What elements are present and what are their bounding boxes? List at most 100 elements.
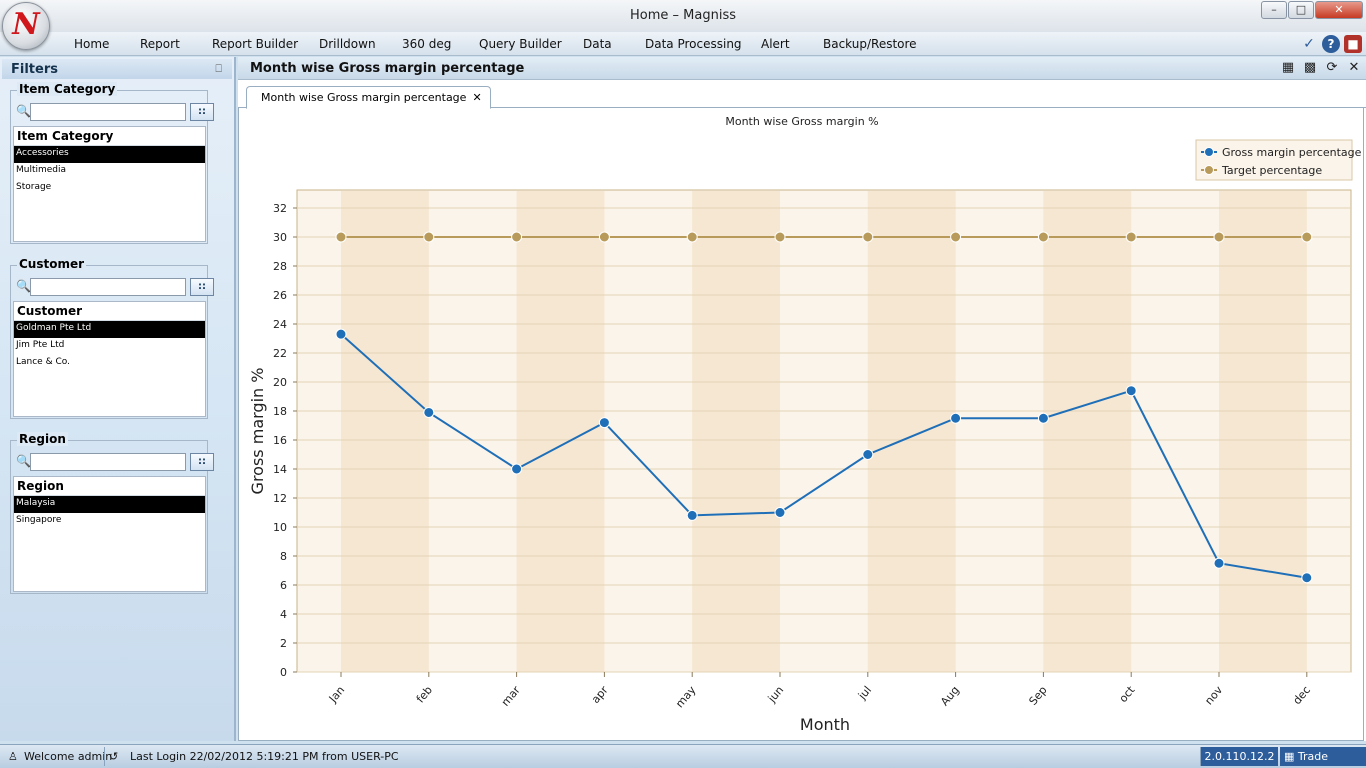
list-item[interactable]: Lance & Co. (14, 355, 205, 372)
menu-report[interactable]: Report (140, 37, 180, 51)
user-icon: ♙ (8, 750, 18, 763)
x-tick-label: Sep (1026, 684, 1049, 708)
y-tick-label: 32 (273, 202, 287, 215)
y-tick-label: 24 (273, 318, 287, 331)
filter-group-title: Region (17, 432, 68, 446)
menu-report-builder[interactable]: Report Builder (212, 37, 298, 51)
legend-label: Target percentage (1221, 164, 1322, 177)
data-point (1213, 231, 1225, 243)
list-item[interactable]: Multimedia (14, 163, 205, 180)
customer-search-button[interactable]: :: (190, 278, 214, 296)
data-point (686, 509, 698, 521)
y-tick-label: 6 (280, 579, 287, 592)
data-point (598, 231, 610, 243)
data-point (511, 463, 523, 475)
list-item[interactable]: Singapore (14, 513, 205, 530)
tab-close-icon[interactable]: ✕ (472, 91, 481, 104)
filter-group-title: Item Category (17, 82, 118, 96)
title-bar: Home – Magniss – □ ✕ (0, 0, 1366, 32)
app-logo[interactable]: N (2, 2, 50, 50)
y-tick-label: 0 (280, 666, 287, 679)
plot-band (692, 191, 780, 672)
data-point (1125, 231, 1137, 243)
region-search-input[interactable] (30, 453, 186, 471)
last-login-text: Last Login 22/02/2012 5:19:21 PM from US… (130, 750, 399, 763)
line-chart: 02468101214161820222426283032Jan feb mar ap… (248, 115, 1362, 734)
x-tick-label: mar (499, 683, 523, 709)
menu-alert[interactable]: Alert (761, 37, 790, 51)
x-tick-label: dec (1290, 684, 1313, 708)
menu-drilldown[interactable]: Drilldown (319, 37, 376, 51)
y-tick-label: 10 (273, 521, 287, 534)
customer-search-input[interactable] (30, 278, 186, 296)
data-point (335, 231, 347, 243)
filters-panel: Filters ⎕ Item Category 🔍 :: Item Catego… (0, 57, 236, 741)
region-search-button[interactable]: :: (190, 453, 214, 471)
plot-band (1219, 191, 1307, 672)
filter-group-item-category: Item Category 🔍 :: Item Category Accesso… (10, 82, 214, 244)
tab-report[interactable]: Month wise Gross margin percentage ✕ (246, 86, 491, 109)
list-item[interactable]: Jim Pte Ltd (14, 338, 205, 355)
y-tick-label: 4 (280, 608, 287, 621)
customer-list: Customer Goldman Pte Ltd Jim Pte Ltd Lan… (13, 301, 206, 417)
data-point (1037, 231, 1049, 243)
y-tick-label: 16 (273, 434, 287, 447)
close-window-button[interactable]: ✕ (1315, 1, 1363, 19)
report-header: Month wise Gross margin percentage ▦ ▩ ⟳… (238, 57, 1366, 80)
y-tick-label: 20 (273, 376, 287, 389)
data-point (774, 231, 786, 243)
plot-band (1043, 191, 1132, 672)
menu-home[interactable]: Home (74, 37, 109, 51)
menu-360-deg[interactable]: 360 deg (402, 37, 451, 51)
refresh-icon[interactable]: ⟳ (1324, 60, 1340, 76)
exit-icon[interactable]: ■ (1344, 35, 1362, 53)
plot-band (516, 191, 605, 672)
list-item[interactable]: Goldman Pte Ltd (14, 321, 205, 338)
list-header: Customer (14, 302, 205, 321)
data-point (423, 231, 435, 243)
module-label[interactable]: ▦ Trade (1280, 747, 1366, 766)
maximize-button[interactable]: □ (1288, 1, 1314, 19)
data-point (423, 406, 435, 418)
data-point (862, 231, 874, 243)
minimize-button[interactable]: – (1261, 1, 1287, 19)
x-axis-label: Month (800, 715, 850, 734)
x-tick-label: feb (414, 684, 435, 706)
filter-group-region: Region 🔍 :: Region Malaysia Singapore (10, 432, 214, 594)
data-point (950, 231, 962, 243)
plot-background (296, 189, 1352, 673)
menu-data-processing[interactable]: Data Processing (645, 37, 742, 51)
grid-icon[interactable]: ▦ (1280, 60, 1296, 76)
y-tick-label: 12 (273, 492, 287, 505)
help-icon[interactable]: ? (1322, 35, 1340, 53)
menu-query-builder[interactable]: Query Builder (479, 37, 562, 51)
y-axis-label: Gross margin % (248, 368, 267, 495)
search-icon: 🔍 (16, 454, 31, 468)
list-item[interactable]: Malaysia (14, 496, 205, 513)
filters-header: Filters ⎕ (2, 59, 232, 79)
list-item[interactable]: Accessories (14, 146, 205, 163)
menu-data[interactable]: Data (583, 37, 612, 51)
region-list: Region Malaysia Singapore (13, 476, 206, 592)
filter-group-customer: Customer 🔍 :: Customer Goldman Pte Ltd J… (10, 257, 214, 419)
y-tick-label: 8 (280, 550, 287, 563)
chart-title: Month wise Gross margin % (725, 115, 878, 128)
x-tick-label: oct (1117, 683, 1138, 705)
data-point (1125, 385, 1137, 397)
chevron-down-icon[interactable]: ✓ (1300, 35, 1318, 53)
export-icon[interactable]: ▩ (1302, 60, 1318, 76)
menu-backup-restore[interactable]: Backup/Restore (823, 37, 917, 51)
report-panel: Month wise Gross margin percentage ▦ ▩ ⟳… (238, 57, 1366, 741)
x-tick-label: jul (855, 684, 874, 703)
y-tick-label: 30 (273, 231, 287, 244)
y-tick-label: 14 (273, 463, 287, 476)
close-icon[interactable]: ✕ (1346, 60, 1362, 76)
pin-icon[interactable]: ⎕ (215, 62, 222, 76)
list-item[interactable]: Storage (14, 180, 205, 197)
plot-band (341, 191, 429, 672)
item-category-search-button[interactable]: :: (190, 103, 214, 121)
version-label: 2.0.110.12.2 (1200, 747, 1278, 766)
legend-label: Gross margin percentage (1222, 146, 1362, 159)
item-category-search-input[interactable] (30, 103, 186, 121)
x-tick-label: Jan (326, 684, 348, 706)
